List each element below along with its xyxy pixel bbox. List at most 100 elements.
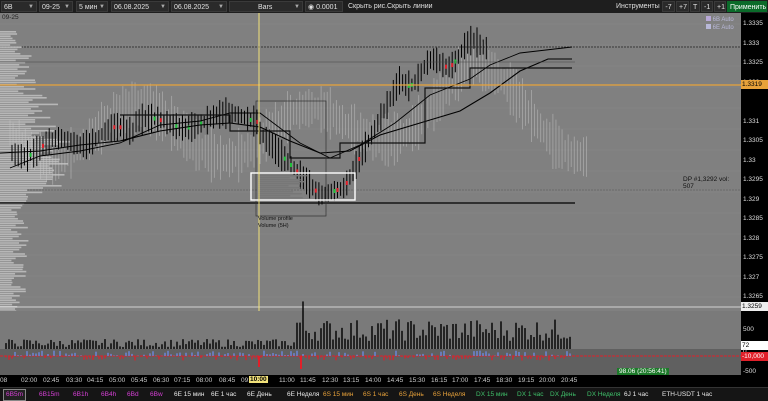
- tab-dx-день[interactable]: DX День: [550, 390, 576, 400]
- chevron-down-icon: ▼: [99, 4, 105, 10]
- signal-marker: [345, 181, 348, 185]
- date-from-value: 06.08.2025: [114, 4, 150, 11]
- tab-6s-неделя[interactable]: 6S Неделя: [433, 390, 465, 400]
- volume-profile-bar: [0, 231, 18, 233]
- signal-marker: [358, 157, 361, 161]
- tab-6bd[interactable]: 6Bd: [127, 390, 139, 400]
- tab-dx-неделя[interactable]: DX Неделя: [587, 390, 621, 400]
- volume-profile-bar: [0, 244, 27, 246]
- tab-6bw[interactable]: 6Bw: [150, 390, 163, 400]
- chart-type-select[interactable]: Bars ▼: [229, 1, 303, 12]
- tab-6b15m[interactable]: 6B15m: [39, 390, 60, 400]
- tab-6j-1-час[interactable]: 6J 1 час: [624, 390, 648, 400]
- tab-6e-1-час[interactable]: 6E 1 час: [211, 390, 236, 400]
- volume-profile-bar: [0, 53, 21, 55]
- volume-profile-bar: [0, 266, 24, 268]
- timeframe-select[interactable]: 5 мин ▼: [76, 1, 108, 12]
- volume-profile-bar: [0, 242, 20, 244]
- volume-profile-bar: [0, 240, 29, 242]
- tools-button[interactable]: Инструменты: [614, 1, 662, 12]
- volume-profile-bar: [0, 35, 11, 37]
- time-axis[interactable]: 08 02:00 02:45 03:30 04:15 05:00 05:45 06:30 07:…: [0, 375, 768, 387]
- date-to-input[interactable]: 06.08.2025 ▼: [171, 1, 227, 12]
- volume-profile-bar: [0, 132, 40, 134]
- price-tick: 1.331: [743, 117, 760, 125]
- settings-icon: ◉: [308, 4, 317, 11]
- plus7-button[interactable]: +7: [676, 1, 689, 12]
- price-chart[interactable]: 09-25 6B Auto 6E Auto DP #1,3292 vol: 50…: [0, 13, 741, 376]
- chart-type-value: Bars: [258, 4, 273, 11]
- volume-profile-bar: [0, 226, 28, 229]
- symbol-input[interactable]: 6B ▼: [1, 1, 37, 12]
- expiry-select[interactable]: 09-25 ▼: [39, 1, 73, 12]
- volume-profile-bar: [0, 290, 26, 293]
- apply-button[interactable]: Применить: [727, 1, 767, 12]
- volume-profile-bar: [0, 119, 36, 121]
- tab-6e-неделя[interactable]: 6E Неделя: [287, 390, 319, 400]
- volume-profile-bar: [0, 215, 15, 218]
- time-label: 04:15: [87, 377, 104, 384]
- date-from-input[interactable]: 06.08.2025 ▼: [111, 1, 169, 12]
- volume-profile-bar: [0, 33, 18, 35]
- tick-size-input[interactable]: ◉ 0.0001: [305, 1, 343, 12]
- price-tick: 1.33: [743, 156, 756, 164]
- time-label: 14:45: [387, 377, 404, 384]
- time-label: 03:30: [66, 377, 83, 384]
- hide-lines-button[interactable]: Скрыть линии: [385, 1, 435, 12]
- box-profile-bar: [258, 187, 301, 189]
- ma-line-slow: [0, 58, 572, 154]
- chevron-down-icon: ▼: [64, 4, 70, 10]
- tab-6s-15-мин[interactable]: 6S 15 мин: [323, 390, 353, 400]
- volume-profile-bar: [0, 213, 18, 216]
- volume-profile-bar: [0, 178, 53, 180]
- signal-marker: [336, 188, 339, 192]
- box-profile-bar: [258, 181, 305, 183]
- tab-6e-день[interactable]: 6E День: [247, 390, 272, 400]
- volume-profile-bar: [0, 295, 20, 297]
- date-to-value: 06.08.2025: [174, 4, 210, 11]
- hide-drawings-button[interactable]: Скрыть рис.: [346, 1, 389, 12]
- volume-profile-bar: [0, 50, 15, 53]
- volume-profile-bar: [0, 207, 21, 209]
- tab-dx-1-час[interactable]: DX 1 час: [517, 390, 544, 400]
- volume-profile-bar: [0, 288, 26, 290]
- workspace-tab-bar: 6B5m 6B15m 6B1h 6B4h 6Bd 6Bw 6E 15 мин 6E 1 час…: [0, 387, 768, 401]
- tab-6b4h[interactable]: 6B4h: [101, 390, 116, 400]
- volume-profile-bar: [0, 284, 12, 286]
- volume-profile-bar: [0, 79, 36, 81]
- signal-marker: [333, 189, 336, 193]
- plus1-button[interactable]: +1: [714, 1, 726, 12]
- volume-profile-bar: [0, 224, 16, 227]
- box-profile-bar: [258, 197, 303, 199]
- volume-profile-bar: [0, 233, 22, 235]
- tab-eth-usdt-1-час[interactable]: ETH-USDT 1 час: [662, 390, 712, 400]
- volume-profile-bar: [0, 279, 12, 282]
- volume-profile-bar: [0, 248, 20, 251]
- tab-6b1h[interactable]: 6B1h: [73, 390, 88, 400]
- price-axis[interactable]: 1.33351.3331.33251.3321.3311.33051.331.3…: [741, 13, 768, 375]
- volume-profile-bar: [0, 222, 24, 224]
- volume-pane: [0, 311, 741, 349]
- tab-dx-15-мин[interactable]: DX 15 мин: [476, 390, 508, 400]
- t-button[interactable]: T: [690, 1, 700, 12]
- time-label: 13:15: [343, 377, 360, 384]
- volume-profile-bar: [0, 204, 23, 207]
- volume-profile-bar: [0, 48, 18, 51]
- minus7-button[interactable]: -7: [662, 1, 675, 12]
- tab-6s-1-час[interactable]: 6S 1 час: [363, 390, 388, 400]
- tab-6b5m[interactable]: 6B5m: [3, 389, 26, 401]
- price-tick: 1.3325: [743, 59, 763, 66]
- tab-6e-15-мин[interactable]: 6E 15 мин: [174, 390, 204, 400]
- volume-profile-bar: [0, 246, 22, 249]
- tab-6s-день[interactable]: 6S День: [399, 390, 424, 400]
- time-label: 11:45: [300, 377, 316, 384]
- volume-profile-bar: [0, 77, 16, 79]
- volume-profile-bar: [0, 262, 14, 264]
- volume-profile-subtitle: Volume (5H): [258, 223, 289, 229]
- volume-profile-bar: [0, 308, 16, 310]
- minus1-button[interactable]: -1: [701, 1, 713, 12]
- volume-profile-bar: [0, 220, 24, 222]
- volume-profile-bar: [0, 259, 12, 262]
- volume-profile-bar: [0, 264, 24, 266]
- time-label: 08: [0, 377, 8, 384]
